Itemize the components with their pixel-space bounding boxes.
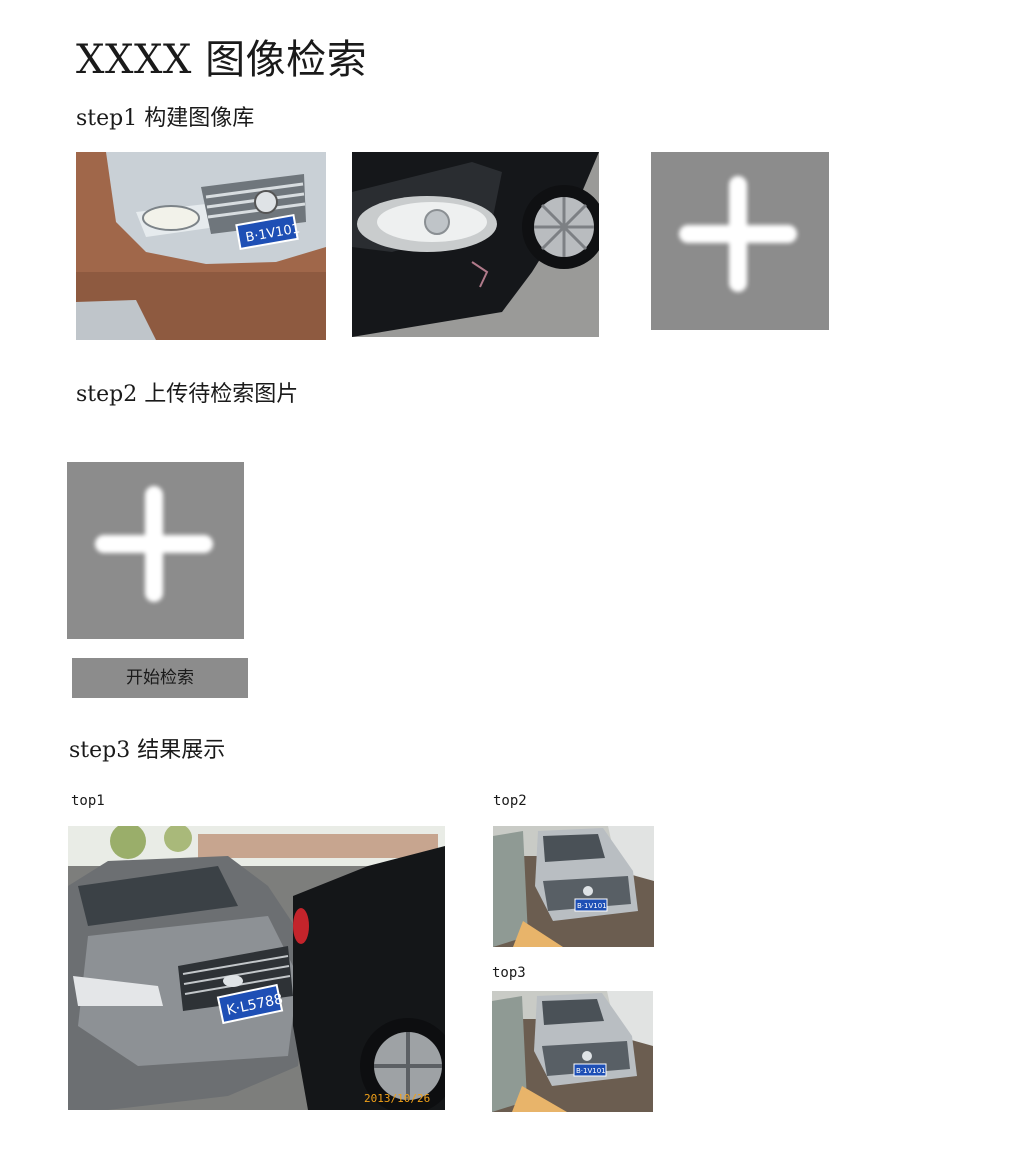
plus-icon xyxy=(67,462,244,639)
result-top2-image[interactable]: B·1V101 xyxy=(493,826,654,947)
result-top3-image[interactable]: B·1V101 xyxy=(492,991,653,1112)
upload-query-image-button[interactable] xyxy=(67,462,244,639)
result-top1-date: 2013/10/26 xyxy=(364,1092,430,1105)
result-top2-plate: B·1V101 xyxy=(577,902,607,910)
start-search-button[interactable]: 开始检索 xyxy=(72,658,248,698)
result-top1-label: top1 xyxy=(71,793,105,809)
library-image-2[interactable] xyxy=(352,152,599,337)
step3-heading: step3 结果展示 xyxy=(69,738,226,763)
result-top3-graphic: B·1V101 xyxy=(492,991,653,1112)
step2-heading: step2 上传待检索图片 xyxy=(76,382,299,407)
library-image-1-graphic: B·1V101 xyxy=(76,152,326,340)
result-top2-label: top2 xyxy=(493,793,527,809)
plus-icon xyxy=(651,152,829,330)
result-top1-image[interactable]: K·L5788 2013/10/26 xyxy=(68,826,445,1110)
page-title: XXXX 图像检索 xyxy=(76,37,368,83)
result-top1-graphic: K·L5788 2013/10/26 xyxy=(68,826,445,1110)
step1-heading: step1 构建图像库 xyxy=(76,106,255,131)
library-image-1[interactable]: B·1V101 xyxy=(76,152,326,340)
result-top3-plate: B·1V101 xyxy=(576,1067,606,1075)
result-top3-label: top3 xyxy=(492,965,526,981)
library-add-image-button[interactable] xyxy=(651,152,829,330)
result-top2-graphic: B·1V101 xyxy=(493,826,654,947)
library-image-2-graphic xyxy=(352,152,599,337)
